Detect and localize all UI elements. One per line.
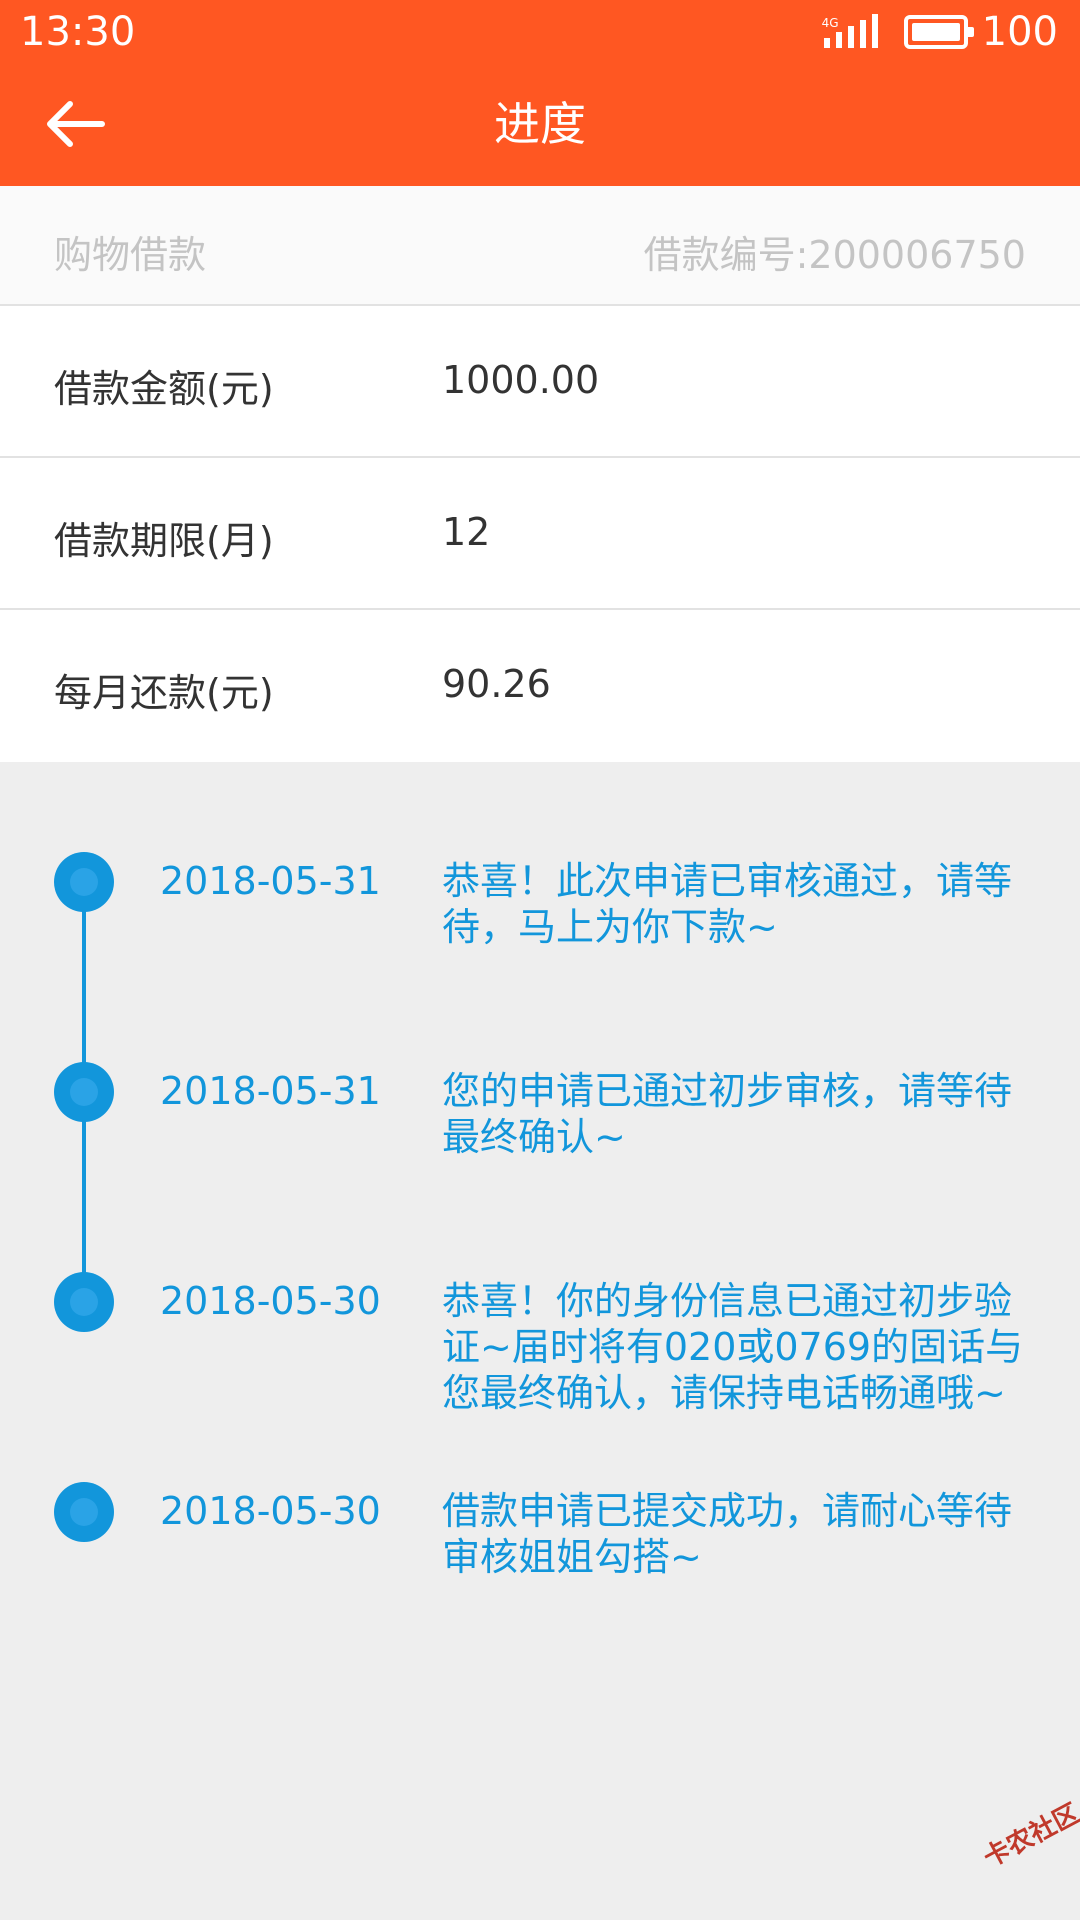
battery-level: 100 — [981, 9, 1058, 55]
info-row-term: 借款期限(月) 12 — [0, 458, 1080, 610]
battery-icon — [903, 15, 974, 49]
timeline-dot-icon — [54, 1062, 114, 1122]
info-value: 1000.00 — [442, 358, 600, 402]
network-type: 4G — [821, 16, 839, 30]
timeline-dot-icon — [54, 852, 114, 912]
status-bar: 13:30 4G 100 — [0, 0, 1080, 64]
timeline-date: 2018-05-30 — [160, 1279, 381, 1323]
info-row-amount: 借款金额(元) 1000.00 — [0, 306, 1080, 458]
nav-bar: 进度 — [0, 64, 1080, 186]
timeline-text: 恭喜！此次申请已审核通过，请等待，马上为你下款~ — [442, 859, 1013, 949]
info-value: 90.26 — [442, 662, 551, 706]
page-title: 进度 — [494, 97, 586, 151]
info-label: 每月还款(元) — [54, 671, 274, 715]
timeline-text: 恭喜！你的身份信息已通过初步验证~届时将有020或0769的固话与您最终确认，请… — [442, 1279, 1024, 1415]
progress-timeline: 2018-05-31 恭喜！此次申请已审核通过，请等待，马上为你下款~ 2018… — [0, 762, 1080, 1920]
info-row-monthly: 每月还款(元) 90.26 — [0, 610, 1080, 762]
timeline-date: 2018-05-31 — [160, 859, 381, 903]
loan-type: 购物借款 — [54, 233, 207, 277]
loan-number: 借款编号:200006750 — [643, 233, 1026, 277]
info-label: 借款期限(月) — [54, 519, 274, 563]
timeline-date: 2018-05-30 — [160, 1489, 381, 1533]
info-value: 12 — [442, 510, 491, 554]
timeline-dot-icon — [54, 1482, 114, 1542]
loan-subheader: 购物借款 借款编号:200006750 — [0, 186, 1080, 306]
timeline-date: 2018-05-31 — [160, 1069, 381, 1113]
timeline-dot-icon — [54, 1272, 114, 1332]
timeline-text: 借款申请已提交成功，请耐心等待审核姐姐勾搭~ — [442, 1489, 1013, 1579]
timeline-text: 您的申请已通过初步审核，请等待最终确认~ — [442, 1069, 1013, 1159]
status-icons: 4G 100 — [822, 10, 1058, 54]
status-time: 13:30 — [20, 9, 136, 55]
info-label: 借款金额(元) — [54, 367, 274, 411]
signal-icon: 4G — [822, 12, 882, 52]
